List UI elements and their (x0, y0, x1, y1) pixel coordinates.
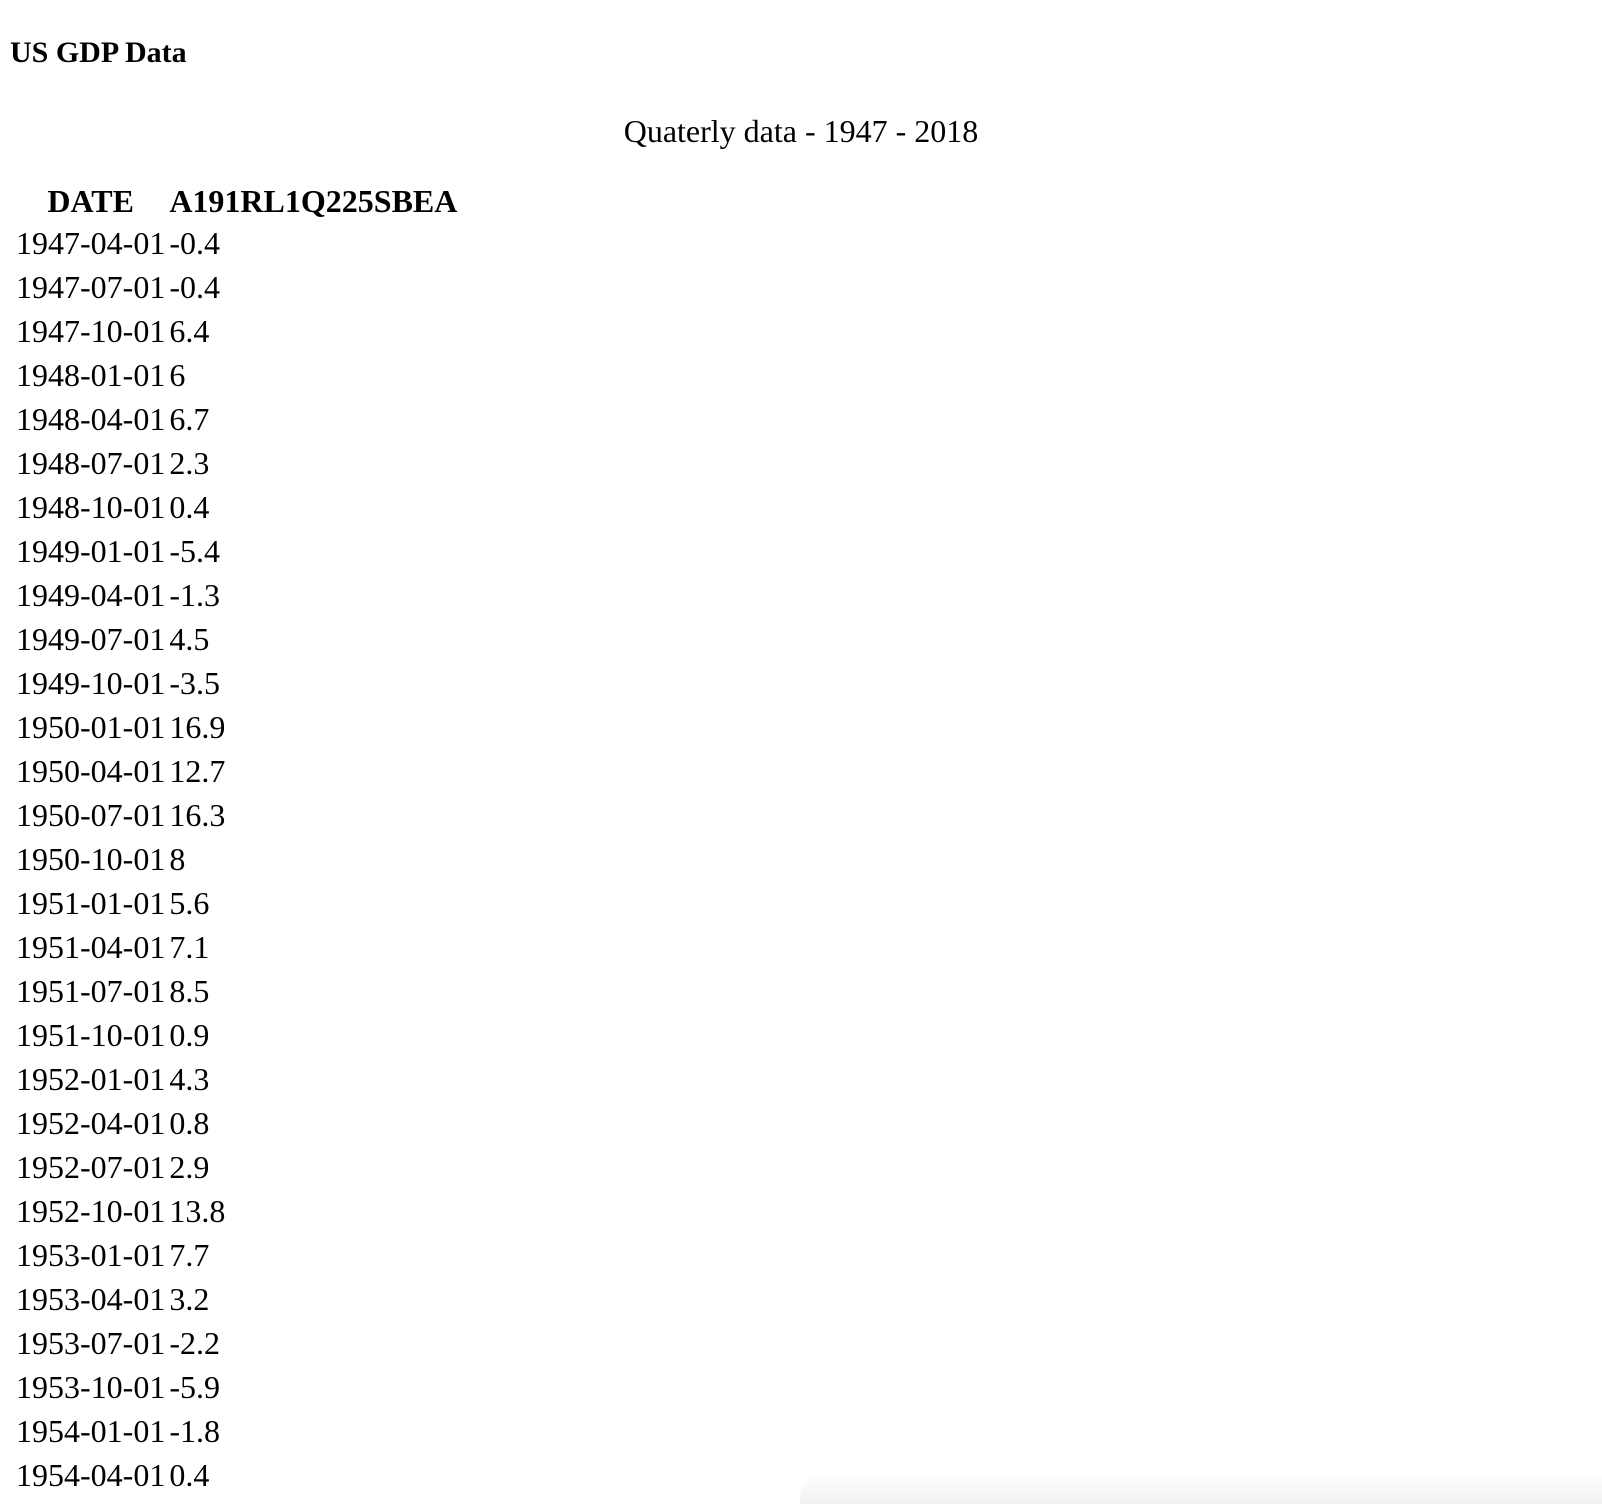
table-row: 1951-10-01 0.9 (14, 1013, 459, 1057)
table-row: 1948-01-01 6 (14, 353, 459, 397)
date-cell: 1951-07-01 (16, 973, 166, 1009)
page-title: US GDP Data (10, 36, 187, 69)
date-cell: 1950-01-01 (16, 709, 166, 745)
date-cell: 1952-04-01 (16, 1105, 166, 1141)
value-cell: -3.5 (169, 665, 220, 701)
date-cell: 1950-10-01 (16, 841, 166, 877)
table-row: 1954-01-01 -1.8 (14, 1409, 459, 1453)
value-cell: 13.8 (169, 1193, 226, 1229)
table-row: 1950-10-01 8 (14, 837, 459, 881)
date-cell: 1947-04-01 (16, 225, 166, 261)
gdp-data-table: DATE A191RL1Q225SBEA 1947-04-01 -0.4 1947-… (14, 181, 459, 1497)
table-row: 1952-04-01 0.8 (14, 1101, 459, 1145)
table-header-row: DATE A191RL1Q225SBEA (14, 181, 459, 221)
date-cell: 1949-07-01 (16, 621, 166, 657)
value-cell: 0.4 (169, 489, 210, 525)
table-row: 1947-04-01 -0.4 (14, 221, 459, 265)
date-cell: 1951-10-01 (16, 1017, 166, 1053)
table-row: 1947-07-01 -0.4 (14, 265, 459, 309)
table-row: 1952-07-01 2.9 (14, 1145, 459, 1189)
value-cell: 0.8 (169, 1105, 210, 1141)
value-cell: 0.9 (169, 1017, 210, 1053)
table-row: 1949-07-01 4.5 (14, 617, 459, 661)
date-cell: 1950-04-01 (16, 753, 166, 789)
value-cell: 6.7 (169, 401, 210, 437)
table-row: 1949-10-01 -3.5 (14, 661, 459, 705)
table-row: 1949-01-01 -5.4 (14, 529, 459, 573)
table-row: 1953-10-01 -5.9 (14, 1365, 459, 1409)
date-cell: 1953-04-01 (16, 1281, 166, 1317)
value-cell: 8.5 (169, 973, 210, 1009)
column-header-date: DATE (47, 183, 134, 219)
date-cell: 1954-01-01 (16, 1413, 166, 1449)
date-cell: 1948-10-01 (16, 489, 166, 525)
value-cell: 8 (169, 841, 186, 877)
date-cell: 1948-07-01 (16, 445, 166, 481)
table-row: 1950-07-01 16.3 (14, 793, 459, 837)
date-cell: 1954-04-01 (16, 1457, 166, 1493)
table-row: 1953-04-01 3.2 (14, 1277, 459, 1321)
table-row: 1950-01-01 16.9 (14, 705, 459, 749)
table-header: DATE A191RL1Q225SBEA (14, 181, 459, 221)
date-cell: 1951-04-01 (16, 929, 166, 965)
table-row: 1953-01-01 7.7 (14, 1233, 459, 1277)
value-cell: 7.1 (169, 929, 210, 965)
value-cell: 0.4 (169, 1457, 210, 1493)
date-cell: 1948-01-01 (16, 357, 166, 393)
table-row: 1953-07-01 -2.2 (14, 1321, 459, 1365)
table-row: 1952-01-01 4.3 (14, 1057, 459, 1101)
table-row: 1951-01-01 5.6 (14, 881, 459, 925)
date-cell: 1949-10-01 (16, 665, 166, 701)
date-cell: 1952-07-01 (16, 1149, 166, 1185)
value-cell: 2.3 (169, 445, 210, 481)
value-cell: -5.9 (169, 1369, 220, 1405)
value-cell: -0.4 (169, 269, 220, 305)
value-cell: 4.5 (169, 621, 210, 657)
value-cell: -0.4 (169, 225, 220, 261)
table-row: 1948-10-01 0.4 (14, 485, 459, 529)
table-row: 1951-07-01 8.5 (14, 969, 459, 1013)
date-cell: 1953-10-01 (16, 1369, 166, 1405)
value-cell: -1.8 (169, 1413, 220, 1449)
date-cell: 1952-10-01 (16, 1193, 166, 1229)
table-row: 1948-04-01 6.7 (14, 397, 459, 441)
table-row: 1947-10-01 6.4 (14, 309, 459, 353)
date-cell: 1950-07-01 (16, 797, 166, 833)
date-cell: 1951-01-01 (16, 885, 166, 921)
value-cell: -1.3 (169, 577, 220, 613)
value-cell: 2.9 (169, 1149, 210, 1185)
date-cell: 1948-04-01 (16, 401, 166, 437)
value-cell: 6 (169, 357, 186, 393)
date-cell: 1949-01-01 (16, 533, 166, 569)
table-row: 1951-04-01 7.1 (14, 925, 459, 969)
date-cell: 1952-01-01 (16, 1061, 166, 1097)
table-body: 1947-04-01 -0.4 1947-07-01 -0.4 1947-10-01 6.… (14, 221, 459, 1497)
value-cell: -2.2 (169, 1325, 220, 1361)
value-cell: 3.2 (169, 1281, 210, 1317)
date-cell: 1947-10-01 (16, 313, 166, 349)
table-row: 1952-10-01 13.8 (14, 1189, 459, 1233)
table-row: 1948-07-01 2.3 (14, 441, 459, 485)
column-header-gdp-series: A191RL1Q225SBEA (169, 183, 458, 219)
date-cell: 1947-07-01 (16, 269, 166, 305)
value-cell: 16.9 (169, 709, 226, 745)
date-cell: 1949-04-01 (16, 577, 166, 613)
date-cell: 1953-01-01 (16, 1237, 166, 1273)
value-cell: -5.4 (169, 533, 220, 569)
page-subtitle: Quaterly data - 1947 - 2018 (623, 113, 979, 149)
table-row: 1950-04-01 12.7 (14, 749, 459, 793)
table-row: 1949-04-01 -1.3 (14, 573, 459, 617)
date-cell: 1953-07-01 (16, 1325, 166, 1361)
value-cell: 12.7 (169, 753, 226, 789)
value-cell: 4.3 (169, 1061, 210, 1097)
value-cell: 7.7 (169, 1237, 210, 1273)
value-cell: 6.4 (169, 313, 210, 349)
table-row: 1954-04-01 0.4 (14, 1453, 459, 1497)
value-cell: 16.3 (169, 797, 226, 833)
bottom-shadow (800, 1470, 1602, 1504)
value-cell: 5.6 (169, 885, 210, 921)
